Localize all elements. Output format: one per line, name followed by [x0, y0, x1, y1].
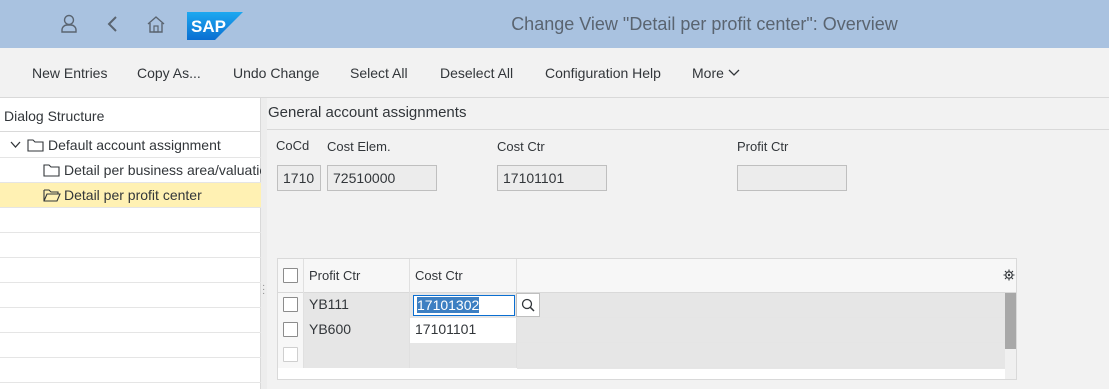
open-folder-icon: [43, 189, 61, 202]
tree-empty-row: [0, 308, 261, 333]
select-all-cell: [278, 259, 304, 293]
sap-logo[interactable]: SAP: [187, 12, 243, 40]
shell-header: SAP Change View "Detail per profit cente…: [0, 0, 1109, 48]
table-scrollbar[interactable]: [1005, 293, 1016, 379]
table-row[interactable]: YB600 17101101: [278, 318, 1006, 343]
splitter-grip-icon[interactable]: · · ·: [262, 281, 265, 299]
table-row[interactable]: [278, 343, 1006, 368]
select-all-button[interactable]: Select All: [350, 65, 408, 81]
folder-icon: [27, 139, 44, 152]
tree-empty-row: [0, 258, 261, 283]
row-checkbox[interactable]: [283, 322, 298, 337]
select-all-checkbox[interactable]: [283, 268, 298, 283]
tree-empty-row: [0, 333, 261, 358]
cost-ctr-input-value: 17101302: [417, 297, 480, 313]
cost-elem-field: 72510000: [327, 165, 437, 191]
value-help-button[interactable]: [516, 293, 540, 317]
chevron-down-icon: [728, 69, 740, 76]
tree-item-detail-business-area[interactable]: Detail per business area/valuation: [0, 158, 261, 183]
tree-item-label: Default account assignment: [48, 137, 221, 153]
row-checkbox: [283, 347, 298, 362]
profit-center-table: Profit Ctr Cost Ctr YB111 17101302 YB600…: [277, 258, 1017, 380]
cost-ctr-label: Cost Ctr: [497, 139, 545, 154]
toolbar: New Entries Copy As... Undo Change Selec…: [0, 48, 1109, 98]
deselect-all-button[interactable]: Deselect All: [440, 65, 513, 81]
tree-item-label: Detail per business area/valuation: [64, 162, 261, 178]
page-title: Change View "Detail per profit center": …: [511, 14, 898, 34]
tree-item-detail-profit-center[interactable]: Detail per profit center: [0, 183, 261, 208]
cost-elem-label: Cost Elem.: [327, 139, 391, 154]
back-icon[interactable]: [101, 12, 125, 36]
more-menu-button[interactable]: More: [692, 65, 740, 81]
home-icon[interactable]: [144, 12, 168, 36]
chevron-down-icon[interactable]: [10, 141, 21, 149]
row-selector: [278, 343, 304, 368]
dialog-structure-title: Dialog Structure: [0, 98, 261, 132]
profit-ctr-field: [737, 165, 847, 191]
table-header: Profit Ctr Cost Ctr: [278, 259, 1016, 293]
row-selector[interactable]: [278, 318, 304, 343]
row-selector[interactable]: [278, 293, 304, 318]
cost-ctr-cell[interactable]: 17101101: [410, 318, 517, 343]
profit-ctr-cell: YB111: [304, 293, 410, 318]
cocd-label: CoCd: [276, 138, 310, 153]
tree-item-default-account-assignment[interactable]: Default account assignment: [0, 133, 261, 158]
more-label: More: [692, 65, 724, 81]
svg-text:SAP: SAP: [191, 17, 226, 36]
table-settings-icon[interactable]: [1003, 269, 1015, 281]
row-checkbox[interactable]: [283, 297, 298, 312]
search-icon: [521, 298, 535, 312]
tree-empty-row: [0, 208, 261, 233]
profit-ctr-cell: YB600: [304, 318, 410, 343]
profit-ctr-cell[interactable]: [304, 343, 410, 368]
copy-as-button[interactable]: Copy As...: [137, 65, 201, 81]
table-row[interactable]: YB111 17101302: [278, 293, 1006, 318]
user-icon[interactable]: [57, 12, 81, 36]
configuration-help-button[interactable]: Configuration Help: [545, 65, 661, 81]
cost-ctr-cell[interactable]: [410, 343, 517, 368]
tree-empty-row: [0, 358, 261, 383]
cost-ctr-field: 17101101: [497, 165, 607, 191]
dialog-structure-panel: Dialog Structure Default account assignm…: [0, 98, 261, 389]
cocd-field: 1710: [277, 165, 321, 191]
folder-icon: [43, 164, 60, 177]
new-entries-button[interactable]: New Entries: [32, 65, 107, 81]
profit-ctr-label: Profit Ctr: [737, 139, 789, 154]
tree-empty-row: [0, 283, 261, 308]
scrollbar-thumb[interactable]: [1005, 293, 1016, 349]
undo-change-button[interactable]: Undo Change: [233, 65, 319, 81]
section-divider: [267, 129, 1109, 130]
column-header-cost-ctr[interactable]: Cost Ctr: [410, 259, 517, 293]
tree-empty-row: [0, 233, 261, 258]
cost-ctr-input[interactable]: 17101302: [413, 295, 515, 316]
detail-panel: General account assignments CoCd Cost El…: [267, 98, 1109, 389]
tree-item-label: Detail per profit center: [64, 187, 202, 203]
section-title: General account assignments: [268, 104, 467, 121]
column-header-profit-ctr[interactable]: Profit Ctr: [304, 259, 410, 293]
